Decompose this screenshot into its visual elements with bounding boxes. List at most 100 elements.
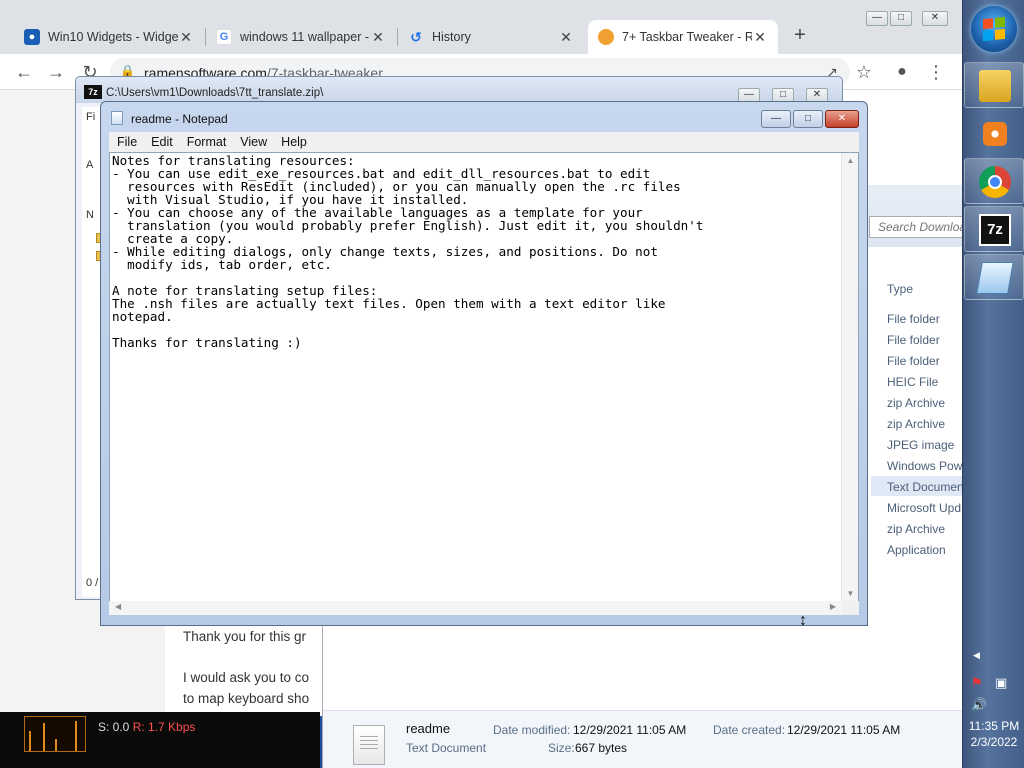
notepad-window: readme - Notepad — □ ✕ File Edit Format Vie… [100,101,868,626]
menu-view[interactable]: View [232,132,273,149]
close-icon[interactable]: ✕ [558,29,574,46]
horizontal-scrollbar[interactable]: ◀ ▶ [109,601,842,615]
graph-spike [29,731,31,751]
toolbar-label: A [86,159,94,171]
minimize-button[interactable]: — [761,110,791,128]
type-cell: zip Archive [887,417,946,431]
scroll-right-icon[interactable]: ▶ [830,602,836,611]
tab-history[interactable]: ↺ History ✕ [398,20,584,54]
type-cell: Application [887,543,946,557]
maximize-button[interactable]: □ [793,110,823,128]
profile-avatar-icon[interactable]: ● [890,60,914,84]
clock[interactable]: 11:35 PM 2/3/2022 [963,718,1024,750]
7zip-title: C:\Users\vm1\Downloads\7tt_translate.zip… [106,87,324,99]
modified-label: Date modified: [493,723,571,737]
7zip-titlebar: 7z C:\Users\vm1\Downloads\7tt_translate.… [76,77,842,103]
modified-value: 12/29/2021 11:05 AM [573,723,687,737]
scroll-left-icon[interactable]: ◀ [115,602,121,611]
status-label: 0 / [86,577,99,589]
size-label: Size: [548,741,575,755]
network-icon[interactable]: ▣ [995,675,1007,691]
taskbar-7zip[interactable]: 7z [964,206,1024,252]
resize-cursor-icon: ↕ [799,612,807,629]
type-cell: Text Documen [887,480,964,494]
explorer-icon [979,70,1011,102]
volume-icon[interactable]: 🔊 [971,697,987,713]
close-icon[interactable]: ✕ [370,29,386,46]
windows-logo-icon [983,16,1005,42]
new-tab-button[interactable]: + [790,24,810,47]
document-text[interactable]: Notes for translating resources: - You c… [112,154,838,349]
notepad-titlebar[interactable]: readme - Notepad — □ ✕ [101,102,867,132]
taskbar-notepad[interactable] [964,254,1024,300]
ramen-icon [598,29,614,45]
graph-spike [75,721,77,751]
minimize-button[interactable]: — [866,11,888,26]
network-meter-widget: S: 0.0 R: 1.7 Kbps [0,712,320,768]
history-icon: ↺ [410,28,422,45]
tab-7-taskbar-tweaker[interactable]: 7+ Taskbar Tweaker - Ra ✕ [588,20,778,54]
drop-icon: ● [24,29,40,45]
network-graph [24,716,86,752]
graph-spike [43,723,45,751]
created-value: 12/29/2021 11:05 AM [787,723,901,737]
scroll-down-icon[interactable]: ▼ [842,589,859,598]
details-pane: readme Text Document Date modified: 12/2… [323,710,963,768]
back-arrow-icon[interactable]: ← [12,60,36,84]
notepad-text-area[interactable]: Notes for translating resources: - You c… [109,152,859,602]
type-cell: zip Archive [887,396,946,410]
taskbar-chrome[interactable] [964,158,1024,204]
action-center-flag-icon[interactable]: ⚑ [971,675,983,691]
taskbar-media-player[interactable] [964,110,1024,156]
star-icon[interactable]: ☆ [852,60,876,84]
forward-arrow-icon[interactable]: → [44,60,68,84]
taskbar: 7z ◀ ⚑ ▣ 🔊 11:35 PM 2/3/2022 [962,0,1024,768]
resize-grip[interactable] [842,601,859,615]
type-cell: File folder [887,312,940,326]
column-header-type[interactable]: Type [887,282,913,296]
maximize-button[interactable]: □ [890,11,912,26]
close-button[interactable]: ✕ [922,11,948,26]
vertical-scrollbar[interactable]: ▲ ▼ [841,153,858,601]
tab-title: 7+ Taskbar Tweaker - Ra [622,30,752,44]
comment-line: to map keyboard sho [183,691,310,706]
close-button[interactable]: ✕ [825,110,859,128]
file-kind: Text Document [406,741,487,755]
google-icon: G [216,29,232,45]
notepad-icon [976,262,1014,294]
menu-edit[interactable]: Edit [143,132,179,149]
type-cell: HEIC File [887,375,939,389]
7zip-icon: 7z [979,214,1011,246]
start-button[interactable] [971,6,1017,52]
type-cell: Windows Pow [887,459,963,473]
type-cell: JPEG image [887,438,955,452]
tab-title: Win10 Widgets - Widge [48,30,178,44]
7zip-icon: 7z [84,85,102,99]
graph-spike [55,739,57,751]
type-cell: Microsoft Upd [887,501,962,515]
show-hidden-icons-icon[interactable]: ◀ [973,650,980,661]
comment-line: Thank you for this gr [183,629,307,644]
tab-title: windows 11 wallpaper - [240,30,369,44]
close-icon[interactable]: ✕ [178,29,194,46]
file-name: readme [406,721,451,736]
menu-dots-icon[interactable]: ⋮ [924,60,948,84]
tab-windows-11-wallpaper[interactable]: G windows 11 wallpaper - ✕ [206,20,396,54]
scroll-up-icon[interactable]: ▲ [842,156,859,165]
size-value: 667 bytes [575,741,628,755]
tab-title: History [432,30,471,44]
media-player-icon [983,122,1007,146]
close-icon[interactable]: ✕ [752,29,768,46]
taskbar-explorer[interactable] [964,62,1024,108]
menu-file[interactable]: File [109,132,143,149]
search-input[interactable]: Search Downloads [869,216,963,238]
type-cell: File folder [887,354,940,368]
text-document-icon [353,725,385,765]
page-comment: Thank you for this gr I would ask you to… [183,626,309,709]
type-cell: File folder [887,333,940,347]
menu-format[interactable]: Format [179,132,233,149]
column-label: N [86,209,94,221]
notepad-menubar: File Edit Format View Help [109,132,859,152]
tab-win10-widgets[interactable]: ● Win10 Widgets - Widge ✕ [14,20,204,54]
menu-help[interactable]: Help [273,132,313,149]
